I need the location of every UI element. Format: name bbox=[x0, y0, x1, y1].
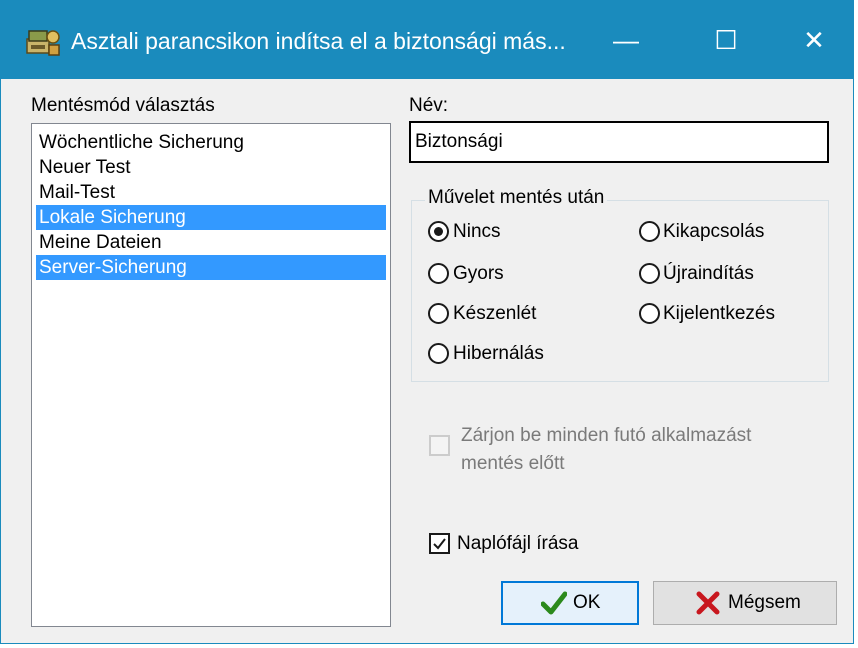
cancel-button[interactable]: Mégsem bbox=[653, 581, 837, 625]
radio-dot bbox=[434, 227, 443, 236]
minimize-button[interactable]: — bbox=[591, 11, 661, 69]
check-icon bbox=[433, 538, 446, 550]
title-bar[interactable]: Asztali parancsikon indítsa el a biztons… bbox=[1, 1, 853, 79]
radio-label-kikapcsolas[interactable]: Kikapcsolás bbox=[663, 221, 764, 243]
close-apps-checkbox[interactable] bbox=[429, 435, 450, 456]
radio-nincs[interactable] bbox=[428, 221, 449, 242]
list-item-selected[interactable]: Server-Sicherung bbox=[36, 255, 386, 280]
radio-keszenlet[interactable] bbox=[428, 303, 449, 324]
radio-kijelentkezes[interactable] bbox=[639, 303, 660, 324]
maximize-button[interactable]: ☐ bbox=[691, 11, 761, 69]
radio-hibernalas[interactable] bbox=[428, 343, 449, 364]
red-x-icon bbox=[696, 591, 720, 615]
name-input[interactable]: Biztonsági bbox=[409, 121, 829, 163]
after-backup-title: Művelet mentés után bbox=[425, 187, 608, 209]
radio-label-keszenlet[interactable]: Készenlét bbox=[453, 303, 536, 325]
radio-label-gyors[interactable]: Gyors bbox=[453, 263, 504, 285]
list-item[interactable]: Neuer Test bbox=[36, 155, 386, 180]
cancel-label: Mégsem bbox=[728, 592, 801, 613]
radio-label-nincs[interactable]: Nincs bbox=[453, 221, 501, 243]
backup-list-label: Mentésmód választás bbox=[31, 95, 215, 116]
list-item[interactable]: Mail-Test bbox=[36, 180, 386, 205]
checkmark-icon bbox=[541, 591, 567, 615]
ok-button[interactable]: OK bbox=[501, 581, 639, 625]
radio-label-kijelentkezes[interactable]: Kijelentkezés bbox=[663, 303, 775, 325]
list-item-selected[interactable]: Lokale Sicherung bbox=[36, 205, 386, 230]
radio-ujrainditas[interactable] bbox=[639, 263, 660, 284]
radio-label-ujrainditas[interactable]: Újraindítás bbox=[663, 263, 754, 285]
backup-mode-list[interactable]: Wöchentliche Sicherung Neuer Test Mail-T… bbox=[31, 123, 391, 627]
backup-app-icon bbox=[26, 30, 60, 56]
write-log-checkbox[interactable] bbox=[429, 533, 450, 554]
radio-label-hibernalas[interactable]: Hibernálás bbox=[453, 343, 544, 365]
close-apps-label-line1: Zárjon be minden futó alkalmazást bbox=[461, 425, 752, 446]
list-item[interactable]: Meine Dateien bbox=[36, 230, 386, 255]
write-log-label[interactable]: Naplófájl írása bbox=[457, 533, 578, 555]
list-item[interactable]: Wöchentliche Sicherung bbox=[36, 130, 386, 155]
name-label: Név: bbox=[409, 95, 449, 116]
close-button[interactable]: ✕ bbox=[779, 11, 849, 69]
radio-kikapcsolas[interactable] bbox=[639, 221, 660, 242]
close-apps-label-line2: mentés előtt bbox=[461, 453, 565, 474]
window-title: Asztali parancsikon indítsa el a biztons… bbox=[71, 28, 566, 54]
ok-label: OK bbox=[573, 592, 601, 613]
radio-gyors[interactable] bbox=[428, 263, 449, 284]
dialog-window: Asztali parancsikon indítsa el a biztons… bbox=[0, 0, 854, 644]
